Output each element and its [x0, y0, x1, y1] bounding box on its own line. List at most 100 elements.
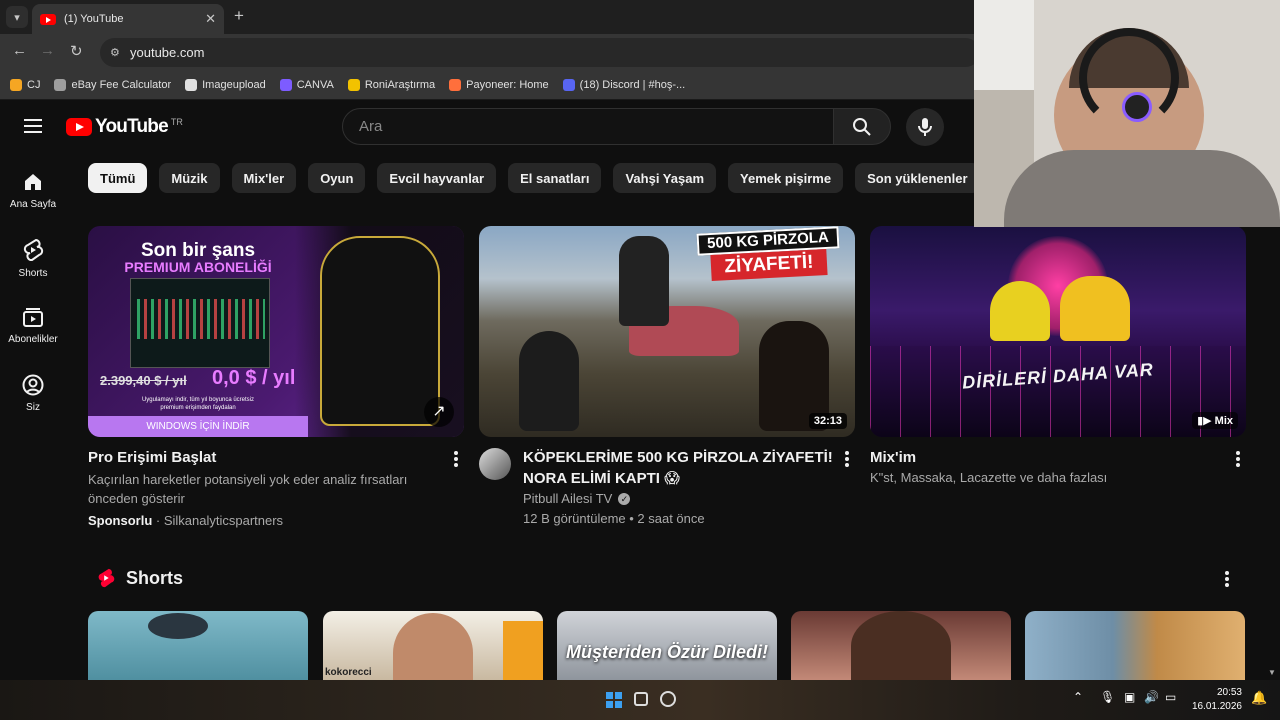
shorts-heading: Shorts: [126, 567, 184, 588]
microphone-tray-icon[interactable]: 🎙: [1100, 690, 1115, 704]
thumb-subheading: PREMIUM ABONELİĞİ: [124, 259, 272, 275]
app-icon[interactable]: [660, 691, 676, 707]
sidebar-item-label: Ana Sayfa: [9, 199, 57, 210]
logo-text: YouTube: [95, 116, 169, 137]
sponsor-name[interactable]: Silkanalyticspartners: [164, 513, 283, 528]
task-view-icon[interactable]: [634, 692, 648, 706]
bookmark-item[interactable]: Imageupload: [185, 78, 266, 91]
home-icon: [25, 174, 41, 190]
site-info-icon[interactable]: ⚙: [110, 46, 120, 59]
sidebar-item-shorts[interactable]: Shorts: [0, 238, 66, 279]
more-options-icon[interactable]: [1236, 451, 1240, 469]
menu-icon[interactable]: [24, 119, 42, 133]
short-image-object: [148, 613, 208, 639]
voice-search-button[interactable]: [906, 108, 944, 146]
bookmark-label: CANVA: [296, 78, 334, 91]
filter-chip[interactable]: El sanatları: [508, 163, 602, 193]
video-thumbnail-sponsored[interactable]: Son bir şans PREMIUM ABONELİĞİ 2.399,40 …: [88, 226, 464, 437]
trading-chart-image: [130, 278, 270, 368]
filter-chip[interactable]: Müzik: [159, 163, 220, 193]
filter-chip[interactable]: Tümü: [88, 163, 148, 193]
external-link-icon[interactable]: ↗: [424, 397, 454, 427]
reload-icon[interactable]: ↻: [70, 42, 83, 60]
bookmark-label: eBay Fee Calculator: [71, 78, 172, 91]
short-thumbnail[interactable]: [791, 611, 1011, 681]
youtube-logo[interactable]: YouTube TR: [66, 116, 183, 138]
bookmark-item[interactable]: CJ: [10, 78, 41, 91]
search-button[interactable]: [833, 108, 891, 145]
show-hidden-icons[interactable]: ⌃: [1073, 690, 1083, 704]
person-shirt-image: [1004, 150, 1280, 227]
forward-icon[interactable]: →: [40, 42, 55, 59]
channel-avatar[interactable]: [479, 448, 511, 480]
video-description-line1: Kaçırılan hareketler potansiyeli yok ede…: [88, 472, 408, 487]
filter-chips-bar: Tümü Müzik Mix'ler Oyun Evcil hayvanlar El sa…: [88, 163, 978, 193]
short-thumbnail[interactable]: Müşteriden Özür Diledi!: [557, 611, 777, 681]
shorts-logo-icon: [98, 568, 115, 588]
youtube-favicon: [40, 13, 56, 25]
filter-chip[interactable]: Evcil hayvanlar: [377, 163, 497, 193]
back-icon[interactable]: ←: [12, 42, 27, 59]
more-options-icon[interactable]: [845, 451, 849, 469]
battery-icon[interactable]: ▭: [1165, 690, 1176, 704]
filter-chip[interactable]: Son yüklenenler: [855, 163, 978, 193]
browser-tab[interactable]: (1) YouTube ✕: [32, 4, 224, 34]
short-text: Müşteriden Özür Diledi!: [565, 642, 769, 662]
character-right-image: [1060, 276, 1130, 341]
verified-icon: ✓: [618, 493, 631, 505]
url-field[interactable]: ⚙ youtube.com: [100, 38, 980, 67]
taskbar-date: 16.01.2026: [1191, 701, 1242, 712]
video-duration: 32:13: [808, 413, 847, 429]
scroll-down-arrow[interactable]: ▼: [1268, 668, 1276, 677]
video-title[interactable]: Mix'im: [870, 447, 916, 468]
bookmark-favicon-icon: [185, 78, 198, 91]
video-title[interactable]: Pro Erişimi Başlat: [88, 447, 216, 468]
video-thumbnail-mix[interactable]: DİRİLERİ DAHA VAR ▮▶ Mix: [870, 226, 1246, 437]
short-text: kokorecci: [325, 667, 372, 678]
short-thumbnail[interactable]: [1025, 611, 1245, 681]
sidebar-item-subscriptions[interactable]: Abonelikler: [0, 306, 66, 345]
channel-name[interactable]: Pitbull Ailesi TV: [523, 489, 612, 509]
bookmark-favicon-icon: [10, 78, 22, 91]
taskbar-clock[interactable]: 20:53 16.01.2026: [1192, 686, 1242, 714]
filter-chip[interactable]: Mix'ler: [231, 163, 297, 193]
notifications-icon[interactable]: 🔔: [1251, 690, 1267, 706]
youtube-play-icon: [66, 118, 92, 136]
bookmark-item[interactable]: RoniAraştırma: [347, 78, 436, 91]
sidebar-item-label: Shorts: [18, 268, 48, 279]
filter-chip[interactable]: Yemek pişirme: [728, 163, 844, 193]
filter-chip[interactable]: Oyun: [308, 163, 366, 193]
bookmark-favicon-icon: [562, 78, 575, 91]
bookmark-item[interactable]: eBay Fee Calculator: [54, 78, 172, 91]
tab-search-button[interactable]: ▾: [6, 6, 28, 28]
short-thumbnail[interactable]: [88, 611, 308, 681]
person-image: [619, 236, 669, 326]
url-text: youtube.com: [130, 45, 205, 60]
filter-chip[interactable]: Vahşi Yaşam: [613, 163, 717, 193]
more-options-icon[interactable]: [454, 451, 458, 469]
video-thumbnail-dogs[interactable]: 500 KG PİRZOLA ZİYAFETİ! 32:13: [479, 226, 855, 437]
video-title-line1[interactable]: KÖPEKLERİME 500 KG PİRZOLA ZİYAFETİ!: [523, 447, 833, 468]
thumb-new-price: 0,0 $ / yıl: [212, 367, 296, 389]
separator-dot: ·: [152, 513, 164, 528]
bookmark-label: RoniAraştırma: [364, 78, 436, 91]
new-tab-button[interactable]: +: [234, 6, 244, 26]
sidebar-item-home[interactable]: Ana Sayfa: [0, 171, 66, 210]
short-thumbnail[interactable]: kokorecci: [323, 611, 543, 681]
windows-start-icon[interactable]: [606, 692, 622, 708]
close-tab-icon[interactable]: ✕: [205, 11, 216, 27]
bookmark-item[interactable]: CANVA: [279, 78, 334, 91]
user-icon: [22, 374, 44, 396]
sidebar-item-you[interactable]: Siz: [0, 374, 66, 413]
bookmark-item[interactable]: Payoneer: Home: [449, 78, 549, 91]
network-icon[interactable]: ▣: [1124, 690, 1135, 704]
thumb-banner-2: ZİYAFETİ!: [710, 248, 828, 282]
video-title-line2[interactable]: NORA ELİMİ KAPTI 😱: [523, 468, 680, 489]
short-image-person: [851, 611, 951, 681]
search-input[interactable]: Ara: [342, 108, 834, 145]
bookmark-item[interactable]: (18) Discord | #hoş-...: [562, 78, 685, 91]
sponsored-label: Sponsorlu: [88, 513, 153, 528]
volume-icon[interactable]: 🔊: [1144, 690, 1159, 704]
bookmark-label: CJ: [27, 78, 41, 91]
shorts-more-options-icon[interactable]: [1225, 571, 1229, 589]
